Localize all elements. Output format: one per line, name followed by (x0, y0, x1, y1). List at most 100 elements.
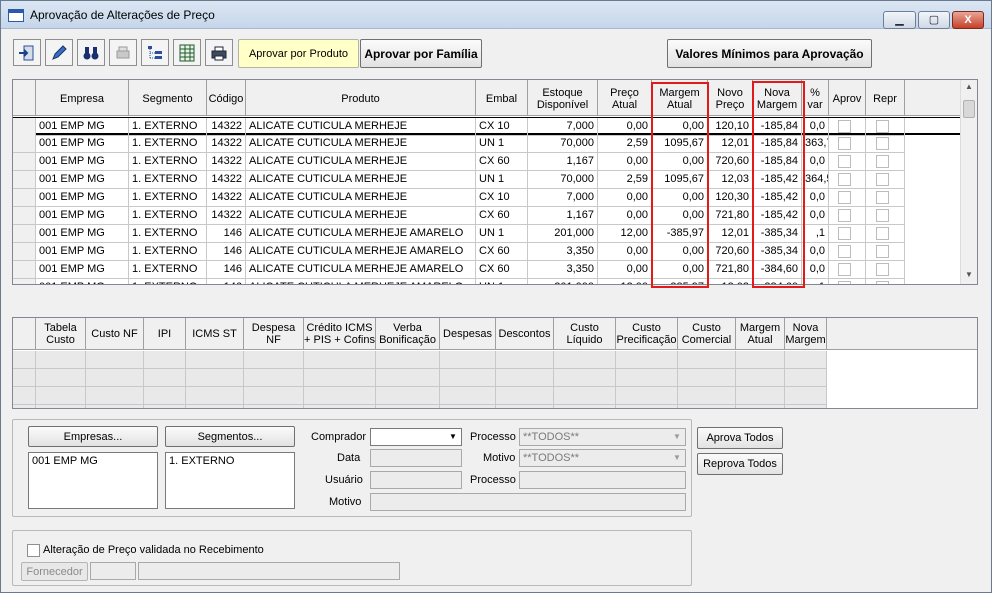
table-cell[interactable] (616, 387, 678, 404)
aprov-checkbox[interactable] (838, 120, 851, 133)
table-cell[interactable]: CX 60 (476, 207, 528, 225)
table-cell[interactable]: 14322 (207, 189, 246, 207)
row-indicator[interactable] (13, 118, 36, 136)
table-cell[interactable] (678, 369, 736, 386)
aprov-checkbox[interactable] (838, 227, 851, 240)
column-header[interactable]: ICMS ST (186, 318, 244, 350)
table-cell[interactable]: 001 EMP MG (36, 135, 129, 153)
table-cell[interactable]: 146 (207, 261, 246, 279)
table-row[interactable]: 001 EMP MG 1. EXTERNO 14322 ALICATE CUTICUL… (13, 171, 961, 189)
table-cell[interactable] (86, 387, 144, 404)
table-cell[interactable] (144, 351, 186, 368)
table-cell[interactable] (13, 387, 36, 404)
table-cell[interactable] (13, 369, 36, 386)
table-cell[interactable]: 12,03 (708, 279, 753, 284)
table-cell[interactable]: UN 1 (476, 171, 528, 189)
table-cell[interactable]: CX 10 (476, 189, 528, 207)
table-cell[interactable] (244, 387, 304, 404)
table-cell[interactable]: ALICATE CUTICULA MERHEJE (246, 135, 476, 153)
table-cell[interactable] (616, 351, 678, 368)
empresas-button[interactable]: Empresas... (28, 426, 158, 447)
column-header[interactable]: Empresa (36, 80, 129, 116)
column-header[interactable]: Despesas (440, 318, 496, 350)
table-cell[interactable] (36, 351, 86, 368)
table-cell[interactable]: 001 EMP MG (36, 225, 129, 243)
table-cell[interactable] (440, 387, 496, 404)
table-cell[interactable] (304, 369, 376, 386)
table-cell[interactable]: 14322 (207, 207, 246, 225)
tree-icon[interactable] (141, 39, 169, 66)
segmentos-list[interactable]: 1. EXTERNO (165, 452, 295, 509)
table-cell[interactable]: 201,000 (528, 279, 598, 284)
table-cell[interactable]: 0,0 (802, 207, 829, 225)
row-indicator[interactable] (13, 225, 36, 243)
table-cell[interactable]: 146 (207, 279, 246, 284)
table-cell[interactable] (186, 405, 244, 408)
data-field[interactable] (370, 449, 462, 467)
table-cell[interactable] (144, 387, 186, 404)
table-cell[interactable] (440, 369, 496, 386)
table-cell[interactable]: 12,00 (598, 279, 652, 284)
aprov-checkbox[interactable] (838, 245, 851, 258)
table-cell[interactable] (440, 351, 496, 368)
table-cell[interactable] (244, 405, 304, 408)
table-cell[interactable]: 14322 (207, 153, 246, 171)
table-cell[interactable] (304, 387, 376, 404)
table-cell[interactable]: 12,01 (708, 225, 753, 243)
aprov-checkbox[interactable] (838, 137, 851, 150)
row-indicator[interactable] (13, 189, 36, 207)
row-indicator[interactable] (13, 153, 36, 171)
table-cell[interactable] (376, 387, 440, 404)
table-cell[interactable]: 0,00 (598, 153, 652, 171)
row-indicator[interactable] (13, 171, 36, 189)
table-cell[interactable]: 120,30 (708, 189, 753, 207)
table-cell[interactable]: 0,0 (802, 118, 829, 136)
table-cell[interactable]: 001 EMP MG (36, 279, 129, 284)
table-row[interactable]: 001 EMP MG1. EXTERNO146ALICATE CUTICULA … (13, 261, 961, 279)
table-cell[interactable]: ,1 (802, 225, 829, 243)
table-cell[interactable]: 001 EMP MG (36, 153, 129, 171)
table-row[interactable] (13, 387, 827, 405)
table-cell[interactable]: 720,60 (708, 243, 753, 261)
column-header[interactable]: Descontos (496, 318, 554, 350)
table-cell[interactable] (785, 351, 827, 368)
column-header[interactable]: Custo NF (86, 318, 144, 350)
aprov-checkbox[interactable] (838, 281, 851, 284)
table-cell[interactable] (86, 405, 144, 408)
column-header[interactable]: Estoque Disponível (528, 80, 598, 116)
table-cell[interactable]: 7,000 (528, 189, 598, 207)
table-cell[interactable]: ALICATE CUTICULA MERHEJE (246, 171, 476, 189)
table-cell[interactable] (304, 405, 376, 408)
table-row[interactable] (13, 369, 827, 387)
table-cell[interactable]: 14322 (207, 135, 246, 153)
table-cell[interactable]: 363,7 (802, 135, 829, 153)
table-row[interactable] (13, 351, 827, 369)
table-cell[interactable]: 001 EMP MG (36, 207, 129, 225)
table-cell[interactable]: 12,00 (598, 225, 652, 243)
table-cell[interactable]: 70,000 (528, 171, 598, 189)
table-cell[interactable]: 721,80 (708, 207, 753, 225)
table-cell[interactable]: 0,0 (802, 243, 829, 261)
table-cell[interactable]: 14322 (207, 118, 246, 136)
table-cell[interactable] (736, 351, 785, 368)
column-header[interactable]: Crédito ICMS + PIS + Cofins (304, 318, 376, 350)
repr-checkbox[interactable] (876, 155, 889, 168)
table-cell[interactable]: ALICATE CUTICULA MERHEJE AMARELO (246, 243, 476, 261)
column-header[interactable]: Margem Atual (736, 318, 785, 350)
table-cell[interactable] (36, 405, 86, 408)
table-cell[interactable]: 1. EXTERNO (129, 261, 207, 279)
approve-by-family-button[interactable]: Aprovar por Família (360, 39, 482, 68)
table-cell[interactable] (186, 387, 244, 404)
table-cell[interactable]: 12,01 (708, 135, 753, 153)
table-cell[interactable] (785, 405, 827, 408)
table-row[interactable]: 001 EMP MG1. EXTERNO146ALICATE CUTICULA … (13, 225, 961, 243)
table-cell[interactable] (36, 387, 86, 404)
repr-checkbox[interactable] (876, 263, 889, 276)
table-cell[interactable]: 146 (207, 225, 246, 243)
table-cell[interactable]: 14322 (207, 171, 246, 189)
table-cell[interactable]: 364,5 (802, 171, 829, 189)
table-cell[interactable]: 3,350 (528, 261, 598, 279)
column-header[interactable]: Verba Bonificação (376, 318, 440, 350)
row-indicator[interactable] (13, 261, 36, 279)
table-cell[interactable] (244, 351, 304, 368)
